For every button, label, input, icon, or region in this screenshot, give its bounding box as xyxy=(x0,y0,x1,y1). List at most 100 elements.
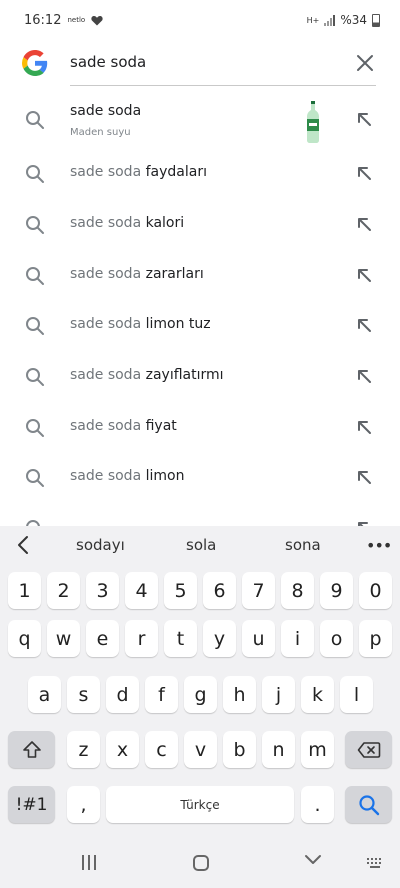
fill-query-arrow-icon[interactable] xyxy=(354,315,374,335)
fill-query-arrow-icon[interactable] xyxy=(354,518,374,526)
key-s[interactable]: s xyxy=(67,676,100,713)
search-icon xyxy=(26,111,44,129)
key-4[interactable]: 4 xyxy=(125,572,158,609)
suggestion-item[interactable]: sade soda zararları xyxy=(0,251,400,301)
recent-apps-icon[interactable] xyxy=(82,855,96,870)
chevron-down-icon[interactable] xyxy=(304,854,322,866)
key-j[interactable]: j xyxy=(262,676,295,713)
fill-query-arrow-icon[interactable] xyxy=(354,366,374,386)
key-1[interactable]: 1 xyxy=(8,572,41,609)
fill-query-arrow-icon[interactable] xyxy=(354,163,374,183)
search-input[interactable]: sade soda xyxy=(70,53,146,71)
key-w[interactable]: w xyxy=(47,620,80,657)
key-6[interactable]: 6 xyxy=(203,572,236,609)
key-m[interactable]: m xyxy=(301,731,334,768)
search-icon xyxy=(26,520,40,526)
search-icon xyxy=(26,317,44,335)
signal-icon xyxy=(324,14,336,26)
key-t[interactable]: t xyxy=(164,620,197,657)
suggestion-item[interactable]: sade soda limon tuz xyxy=(0,301,400,351)
key-2[interactable]: 2 xyxy=(47,572,80,609)
prediction-1[interactable]: sodayı xyxy=(76,536,125,554)
backspace-icon xyxy=(357,741,380,758)
suggestion-label: sade soda limon tuz xyxy=(70,316,211,332)
on-screen-keyboard: sodayı sola sona ••• 1 2 3 4 5 6 7 8 9 0… xyxy=(0,526,400,888)
prediction-3[interactable]: sona xyxy=(285,536,321,554)
search-key[interactable] xyxy=(345,786,392,823)
key-f[interactable]: f xyxy=(145,676,178,713)
key-r[interactable]: r xyxy=(125,620,158,657)
status-bar: 16:12 netlo H+ %34 xyxy=(0,0,400,40)
close-icon[interactable] xyxy=(354,52,376,74)
suggestion-item[interactable]: sade soda fiyat xyxy=(0,403,400,453)
fill-query-arrow-icon[interactable] xyxy=(354,417,374,437)
suggestion-label: sade soda xyxy=(70,103,142,119)
key-b[interactable]: b xyxy=(223,731,256,768)
suggestion-label: sade soda kalori xyxy=(70,215,185,231)
suggestion-item[interactable]: sade soda limon xyxy=(0,453,400,503)
key-0[interactable]: 0 xyxy=(359,572,392,609)
network-type: H+ xyxy=(306,15,320,25)
key-l[interactable]: l xyxy=(340,676,373,713)
search-icon xyxy=(26,469,44,487)
key-z[interactable]: z xyxy=(67,731,100,768)
key-i[interactable]: i xyxy=(281,620,314,657)
suggestion-label: sade soda limon xyxy=(70,468,185,484)
key-q[interactable]: q xyxy=(8,620,41,657)
fill-query-arrow-icon[interactable] xyxy=(354,467,374,487)
key-7[interactable]: 7 xyxy=(242,572,275,609)
key-n[interactable]: n xyxy=(262,731,295,768)
key-8[interactable]: 8 xyxy=(281,572,314,609)
suggestion-item[interactable]: sade soda zayıflatırmı xyxy=(0,352,400,402)
key-a[interactable]: a xyxy=(28,676,61,713)
suggestion-list: sade soda Maden suyu sade soda faydaları… xyxy=(0,90,400,526)
key-x[interactable]: x xyxy=(106,731,139,768)
suggestion-sublabel: Maden suyu xyxy=(70,127,131,138)
fill-query-arrow-icon[interactable] xyxy=(354,214,374,234)
key-3[interactable]: 3 xyxy=(86,572,119,609)
more-options-icon[interactable]: ••• xyxy=(366,536,392,555)
key-u[interactable]: u xyxy=(242,620,275,657)
backspace-key[interactable] xyxy=(345,731,392,768)
key-h[interactable]: h xyxy=(223,676,256,713)
search-divider xyxy=(70,85,376,86)
comma-key[interactable]: , xyxy=(67,786,100,823)
app-indicator: netlo xyxy=(67,16,86,24)
key-d[interactable]: d xyxy=(106,676,139,713)
navigation-bar xyxy=(0,838,400,888)
fill-query-arrow-icon[interactable] xyxy=(354,265,374,285)
suggestion-label: sade soda faydaları xyxy=(70,164,207,180)
home-icon[interactable] xyxy=(193,855,209,871)
soda-bottle-image xyxy=(307,101,319,143)
search-icon xyxy=(26,165,44,183)
search-icon xyxy=(26,368,44,386)
symbols-key[interactable]: !#1 xyxy=(8,786,55,823)
suggestion-item[interactable]: sade soda faydaları xyxy=(0,149,400,199)
battery-percent: %34 xyxy=(340,13,367,27)
suggestion-item-partial[interactable] xyxy=(0,504,400,526)
key-p[interactable]: p xyxy=(359,620,392,657)
key-9[interactable]: 9 xyxy=(320,572,353,609)
key-k[interactable]: k xyxy=(301,676,334,713)
key-5[interactable]: 5 xyxy=(164,572,197,609)
suggestion-item[interactable]: sade soda kalori xyxy=(0,200,400,250)
keyboard-icon[interactable] xyxy=(366,857,384,869)
prediction-2[interactable]: sola xyxy=(186,536,216,554)
key-y[interactable]: y xyxy=(203,620,236,657)
suggestion-item[interactable]: sade soda Maden suyu xyxy=(0,95,400,145)
shift-key[interactable] xyxy=(8,731,55,768)
period-key[interactable]: . xyxy=(301,786,334,823)
key-v[interactable]: v xyxy=(184,731,217,768)
space-key-label: Türkçe xyxy=(180,797,220,812)
fill-query-arrow-icon[interactable] xyxy=(354,109,374,129)
shift-icon xyxy=(22,740,41,758)
google-logo-icon xyxy=(22,50,48,76)
status-time: 16:12 xyxy=(24,12,62,28)
battery-icon xyxy=(372,13,380,27)
chevron-left-icon[interactable] xyxy=(14,534,34,556)
key-o[interactable]: o xyxy=(320,620,353,657)
key-e[interactable]: e xyxy=(86,620,119,657)
space-key[interactable]: Türkçe xyxy=(106,786,294,823)
key-g[interactable]: g xyxy=(184,676,217,713)
key-c[interactable]: c xyxy=(145,731,178,768)
